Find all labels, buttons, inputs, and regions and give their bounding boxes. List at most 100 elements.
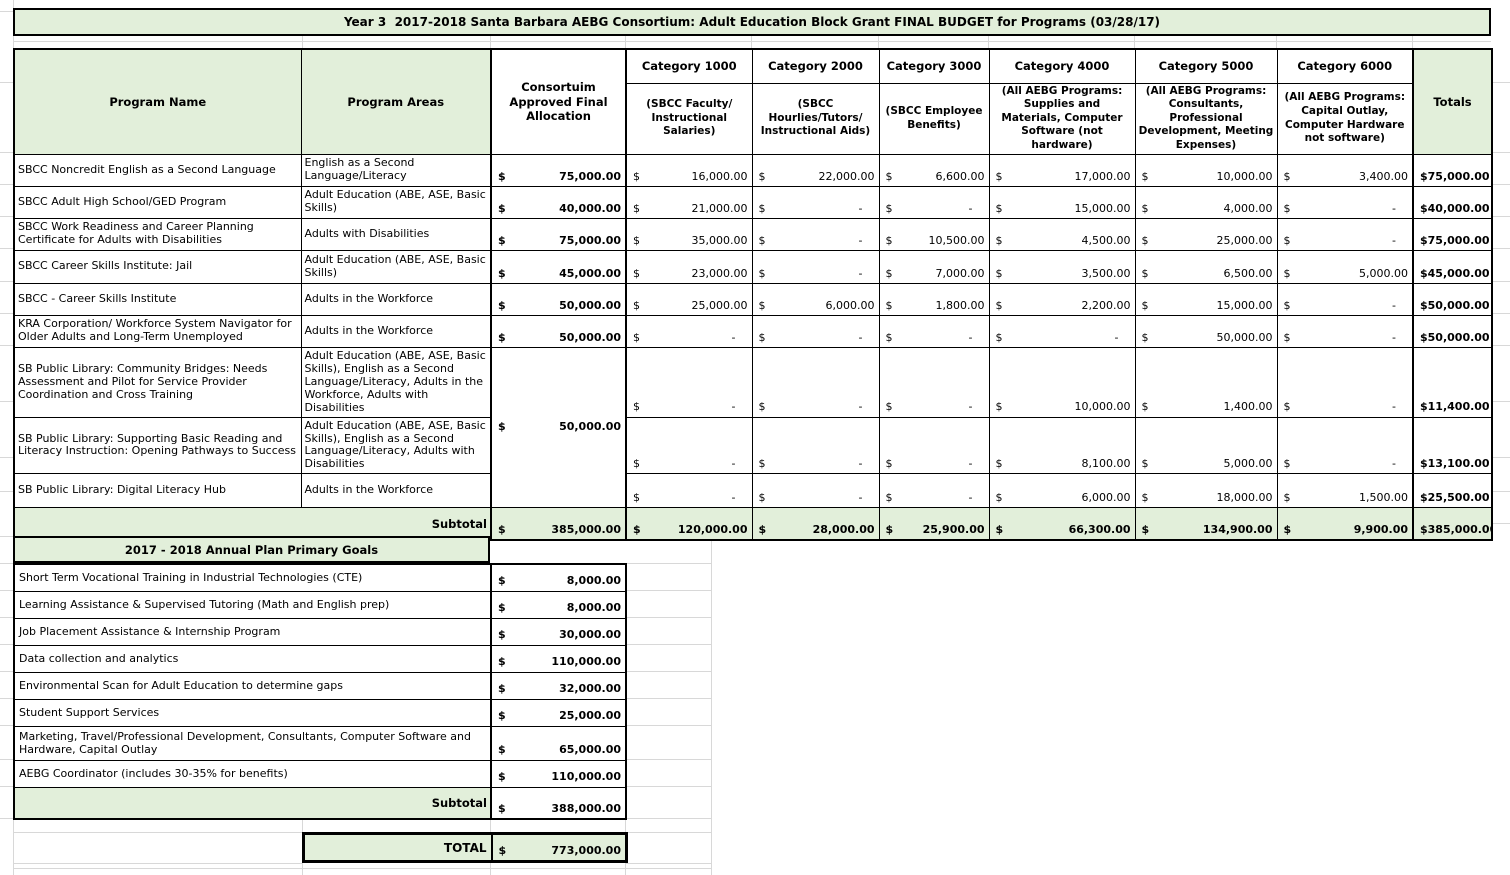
- cell-subtotal-allocation[interactable]: $385,000.00: [491, 508, 626, 540]
- cell-program-areas[interactable]: Adult Education (ABE, ASE, Basic Skills): [301, 250, 491, 283]
- cell-allocation[interactable]: $50,000.00: [491, 283, 626, 315]
- cell-subtotal-total[interactable]: $385,000.00: [1413, 508, 1492, 540]
- column-header-category-6000[interactable]: Category 6000: [1277, 49, 1413, 83]
- cell-goal-label[interactable]: AEBG Coordinator (includes 30-35% for be…: [14, 760, 491, 787]
- cell-grand-total-amount[interactable]: $773,000.00: [492, 834, 627, 862]
- cell-category-5000[interactable]: $1,400.00: [1135, 347, 1277, 417]
- cell-category-2000[interactable]: $-: [752, 474, 879, 508]
- annual-plan-goals-header[interactable]: 2017 - 2018 Annual Plan Primary Goals: [13, 536, 490, 563]
- cell-category-5000[interactable]: $50,000.00: [1135, 315, 1277, 347]
- cell-category-5000[interactable]: $15,000.00: [1135, 283, 1277, 315]
- cell-goal-amount[interactable]: $32,000.00: [491, 672, 626, 699]
- cell-row-total[interactable]: $50,000.00: [1413, 283, 1492, 315]
- cell-goal-label[interactable]: Data collection and analytics: [14, 645, 491, 672]
- cell-category-2000[interactable]: $6,000.00: [752, 283, 879, 315]
- cell-program-name[interactable]: SBCC Noncredit English as a Second Langu…: [14, 154, 301, 186]
- column-header-program-areas[interactable]: Program Areas: [301, 49, 491, 154]
- cell-category-3000[interactable]: $-: [879, 347, 989, 417]
- cell-goal-amount[interactable]: $110,000.00: [491, 645, 626, 672]
- column-header-category-1000-desc[interactable]: (SBCC Faculty/ Instructional Salaries): [626, 83, 752, 154]
- cell-category-1000[interactable]: $35,000.00: [626, 218, 752, 250]
- column-header-category-6000-desc[interactable]: (All AEBG Programs: Capital Outlay, Comp…: [1277, 83, 1413, 154]
- cell-category-2000[interactable]: $-: [752, 347, 879, 417]
- cell-category-1000[interactable]: $-: [626, 474, 752, 508]
- cell-category-2000[interactable]: $-: [752, 417, 879, 474]
- cell-category-3000[interactable]: $1,800.00: [879, 283, 989, 315]
- column-header-category-3000-desc[interactable]: (SBCC Employee Benefits): [879, 83, 989, 154]
- cell-category-6000[interactable]: $-: [1277, 186, 1413, 218]
- cell-category-3000[interactable]: $7,000.00: [879, 250, 989, 283]
- cell-category-1000[interactable]: $-: [626, 315, 752, 347]
- cell-goals-subtotal-label[interactable]: Subtotal: [14, 787, 491, 819]
- cell-subtotal-category-3000[interactable]: $25,900.00: [879, 508, 989, 540]
- cell-category-1000[interactable]: $-: [626, 347, 752, 417]
- cell-program-areas[interactable]: Adult Education (ABE, ASE, Basic Skills)…: [301, 417, 491, 474]
- column-header-program-name[interactable]: Program Name: [14, 49, 301, 154]
- cell-row-total[interactable]: $50,000.00: [1413, 315, 1492, 347]
- cell-category-6000[interactable]: $-: [1277, 347, 1413, 417]
- cell-category-6000[interactable]: $-: [1277, 315, 1413, 347]
- cell-goal-label[interactable]: Job Placement Assistance & Internship Pr…: [14, 618, 491, 645]
- column-header-category-5000[interactable]: Category 5000: [1135, 49, 1277, 83]
- cell-program-name[interactable]: SB Public Library: Digital Literacy Hub: [14, 474, 301, 508]
- column-header-category-1000[interactable]: Category 1000: [626, 49, 752, 83]
- cell-goal-label[interactable]: Learning Assistance & Supervised Tutorin…: [14, 591, 491, 618]
- cell-category-1000[interactable]: $25,000.00: [626, 283, 752, 315]
- cell-allocation-merged[interactable]: $50,000.00: [491, 347, 626, 508]
- column-header-category-3000[interactable]: Category 3000: [879, 49, 989, 83]
- cell-subtotal-category-2000[interactable]: $28,000.00: [752, 508, 879, 540]
- column-header-category-4000-desc[interactable]: (All AEBG Programs: Supplies and Materia…: [989, 83, 1135, 154]
- cell-category-3000[interactable]: $10,500.00: [879, 218, 989, 250]
- cell-category-4000[interactable]: $2,200.00: [989, 283, 1135, 315]
- cell-category-1000[interactable]: $-: [626, 417, 752, 474]
- cell-category-5000[interactable]: $4,000.00: [1135, 186, 1277, 218]
- cell-category-3000[interactable]: $-: [879, 474, 989, 508]
- cell-program-name[interactable]: SB Public Library: Community Bridges: Ne…: [14, 347, 301, 417]
- cell-category-6000[interactable]: $3,400.00: [1277, 154, 1413, 186]
- cell-category-5000[interactable]: $25,000.00: [1135, 218, 1277, 250]
- cell-program-areas[interactable]: Adults with Disabilities: [301, 218, 491, 250]
- cell-category-5000[interactable]: $5,000.00: [1135, 417, 1277, 474]
- cell-program-areas[interactable]: English as a Second Language/Literacy: [301, 154, 491, 186]
- cell-program-name[interactable]: SBCC Career Skills Institute: Jail: [14, 250, 301, 283]
- cell-row-total[interactable]: $75,000.00: [1413, 218, 1492, 250]
- cell-allocation[interactable]: $50,000.00: [491, 315, 626, 347]
- column-header-totals[interactable]: Totals: [1413, 49, 1492, 154]
- cell-category-3000[interactable]: $-: [879, 417, 989, 474]
- cell-program-name[interactable]: SBCC Adult High School/GED Program: [14, 186, 301, 218]
- cell-program-areas[interactable]: Adult Education (ABE, ASE, Basic Skills)…: [301, 347, 491, 417]
- cell-category-6000[interactable]: $-: [1277, 283, 1413, 315]
- cell-grand-total-label[interactable]: TOTAL: [304, 834, 492, 862]
- cell-goal-label[interactable]: Short Term Vocational Training in Indust…: [14, 564, 491, 591]
- column-header-category-2000[interactable]: Category 2000: [752, 49, 879, 83]
- cell-category-1000[interactable]: $21,000.00: [626, 186, 752, 218]
- cell-category-1000[interactable]: $16,000.00: [626, 154, 752, 186]
- cell-category-5000[interactable]: $10,000.00: [1135, 154, 1277, 186]
- budget-title-cell[interactable]: Year 3 2017-2018 Santa Barbara AEBG Cons…: [13, 8, 1491, 36]
- cell-category-3000[interactable]: $6,600.00: [879, 154, 989, 186]
- cell-category-1000[interactable]: $23,000.00: [626, 250, 752, 283]
- cell-category-6000[interactable]: $-: [1277, 218, 1413, 250]
- cell-category-4000[interactable]: $4,500.00: [989, 218, 1135, 250]
- column-header-allocation[interactable]: Consortuim Approved Final Allocation: [491, 49, 626, 154]
- cell-goal-amount[interactable]: $8,000.00: [491, 591, 626, 618]
- cell-category-4000[interactable]: $8,100.00: [989, 417, 1135, 474]
- cell-allocation[interactable]: $75,000.00: [491, 218, 626, 250]
- cell-goal-label[interactable]: Environmental Scan for Adult Education t…: [14, 672, 491, 699]
- cell-goal-amount[interactable]: $8,000.00: [491, 564, 626, 591]
- cell-subtotal-category-6000[interactable]: $9,900.00: [1277, 508, 1413, 540]
- cell-goal-label[interactable]: Marketing, Travel/Professional Developme…: [14, 726, 491, 760]
- cell-category-4000[interactable]: $-: [989, 315, 1135, 347]
- cell-goals-subtotal-amount[interactable]: $388,000.00: [491, 787, 626, 819]
- cell-row-total[interactable]: $13,100.00: [1413, 417, 1492, 474]
- cell-allocation[interactable]: $40,000.00: [491, 186, 626, 218]
- cell-goal-amount[interactable]: $65,000.00: [491, 726, 626, 760]
- cell-category-5000[interactable]: $18,000.00: [1135, 474, 1277, 508]
- cell-category-3000[interactable]: $-: [879, 315, 989, 347]
- cell-row-total[interactable]: $25,500.00: [1413, 474, 1492, 508]
- cell-goal-amount[interactable]: $110,000.00: [491, 760, 626, 787]
- cell-category-6000[interactable]: $-: [1277, 417, 1413, 474]
- cell-program-areas[interactable]: Adults in the Workforce: [301, 315, 491, 347]
- cell-category-6000[interactable]: $1,500.00: [1277, 474, 1413, 508]
- cell-program-name[interactable]: SBCC - Career Skills Institute: [14, 283, 301, 315]
